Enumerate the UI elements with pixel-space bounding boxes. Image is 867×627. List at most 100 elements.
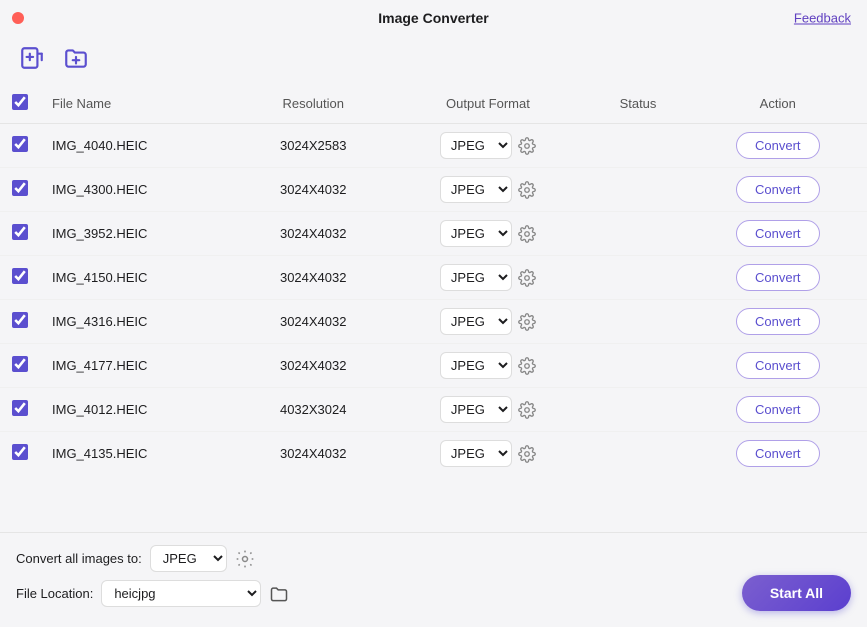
- action-cell: Convert: [689, 124, 867, 168]
- convert-all-label: Convert all images to:: [16, 551, 142, 566]
- convert-button-2[interactable]: Convert: [736, 220, 820, 247]
- format-select-1[interactable]: JPEGPNGWEBPTIFFBMPGIF: [440, 176, 512, 203]
- start-all-button[interactable]: Start All: [742, 575, 851, 611]
- status-cell: [588, 300, 689, 344]
- convert-button-3[interactable]: Convert: [736, 264, 820, 291]
- convert-button-7[interactable]: Convert: [736, 440, 820, 467]
- resolution-cell: 3024X4032: [238, 212, 388, 256]
- row-settings-icon-2[interactable]: [518, 225, 536, 243]
- format-select-5[interactable]: JPEGPNGWEBPTIFFBMPGIF: [440, 352, 512, 379]
- row-settings-icon-5[interactable]: [518, 357, 536, 375]
- row-settings-icon-1[interactable]: [518, 181, 536, 199]
- browse-folder-icon[interactable]: [269, 584, 289, 604]
- file-name-cell: IMG_4040.HEIC: [40, 124, 238, 168]
- table-row: IMG_4040.HEIC3024X2583 JPEGPNGWEBPTIFFBMP…: [0, 124, 867, 168]
- table-row: IMG_4012.HEIC4032X3024 JPEGPNGWEBPTIFFBMP…: [0, 388, 867, 432]
- format-cell: JPEGPNGWEBPTIFFBMPGIF: [388, 300, 587, 344]
- format-select-2[interactable]: JPEGPNGWEBPTIFFBMPGIF: [440, 220, 512, 247]
- format-select-3[interactable]: JPEGPNGWEBPTIFFBMPGIF: [440, 264, 512, 291]
- resolution-cell: 3024X4032: [238, 344, 388, 388]
- file-name-cell: IMG_4135.HEIC: [40, 432, 238, 476]
- format-select-0[interactable]: JPEGPNGWEBPTIFFBMPGIF: [440, 132, 512, 159]
- resolution-cell: 3024X4032: [238, 432, 388, 476]
- resolution-cell: 4032X3024: [238, 388, 388, 432]
- close-button[interactable]: [12, 12, 24, 24]
- format-cell: JPEGPNGWEBPTIFFBMPGIF: [388, 344, 587, 388]
- resolution-cell: 3024X2583: [238, 124, 388, 168]
- format-cell: JPEGPNGWEBPTIFFBMPGIF: [388, 388, 587, 432]
- format-cell: JPEGPNGWEBPTIFFBMPGIF: [388, 256, 587, 300]
- row-checkbox-7[interactable]: [12, 444, 28, 460]
- convert-all-format-select[interactable]: JPEGPNGWEBPTIFFBMP: [150, 545, 227, 572]
- file-location-row: File Location: heicjpgSame as sourceDesk…: [16, 580, 851, 607]
- format-cell: JPEGPNGWEBPTIFFBMPGIF: [388, 168, 587, 212]
- row-settings-icon-4[interactable]: [518, 313, 536, 331]
- row-settings-icon-7[interactable]: [518, 445, 536, 463]
- convert-button-4[interactable]: Convert: [736, 308, 820, 335]
- file-name-cell: IMG_4177.HEIC: [40, 344, 238, 388]
- file-name-cell: IMG_4300.HEIC: [40, 168, 238, 212]
- convert-all-row: Convert all images to: JPEGPNGWEBPTIFFBM…: [16, 545, 851, 572]
- file-location-select[interactable]: heicjpgSame as sourceDesktopDownloads: [101, 580, 261, 607]
- table-row: IMG_4316.HEIC3024X4032 JPEGPNGWEBPTIFFBMP…: [0, 300, 867, 344]
- row-settings-icon-3[interactable]: [518, 269, 536, 287]
- action-cell: Convert: [689, 168, 867, 212]
- action-cell: Convert: [689, 344, 867, 388]
- col-header-status: Status: [588, 84, 689, 124]
- resolution-cell: 3024X4032: [238, 168, 388, 212]
- format-cell: JPEGPNGWEBPTIFFBMPGIF: [388, 432, 587, 476]
- feedback-link[interactable]: Feedback: [794, 11, 851, 26]
- convert-button-1[interactable]: Convert: [736, 176, 820, 203]
- status-cell: [588, 344, 689, 388]
- format-select-6[interactable]: JPEGPNGWEBPTIFFBMPGIF: [440, 396, 512, 423]
- format-cell: JPEGPNGWEBPTIFFBMPGIF: [388, 212, 587, 256]
- row-checkbox-6[interactable]: [12, 400, 28, 416]
- row-settings-icon-0[interactable]: [518, 137, 536, 155]
- format-select-7[interactable]: JPEGPNGWEBPTIFFBMPGIF: [440, 440, 512, 467]
- col-header-format: Output Format: [388, 84, 587, 124]
- file-location-label: File Location:: [16, 586, 93, 601]
- row-checkbox-2[interactable]: [12, 224, 28, 240]
- select-all-checkbox[interactable]: [12, 94, 28, 110]
- footer: Convert all images to: JPEGPNGWEBPTIFFBM…: [0, 532, 867, 627]
- row-checkbox-5[interactable]: [12, 356, 28, 372]
- add-file-button[interactable]: [16, 42, 48, 74]
- add-folder-button[interactable]: [60, 42, 92, 74]
- status-cell: [588, 388, 689, 432]
- file-name-cell: IMG_4012.HEIC: [40, 388, 238, 432]
- row-checkbox-3[interactable]: [12, 268, 28, 284]
- format-cell: JPEGPNGWEBPTIFFBMPGIF: [388, 124, 587, 168]
- resolution-cell: 3024X4032: [238, 256, 388, 300]
- action-cell: Convert: [689, 256, 867, 300]
- convert-button-6[interactable]: Convert: [736, 396, 820, 423]
- app-title: Image Converter: [378, 10, 488, 26]
- status-cell: [588, 256, 689, 300]
- file-name-cell: IMG_3952.HEIC: [40, 212, 238, 256]
- col-header-action: Action: [689, 84, 867, 124]
- row-checkbox-0[interactable]: [12, 136, 28, 152]
- table-row: IMG_4150.HEIC3024X4032 JPEGPNGWEBPTIFFBMP…: [0, 256, 867, 300]
- table-row: IMG_4177.HEIC3024X4032 JPEGPNGWEBPTIFFBMP…: [0, 344, 867, 388]
- row-checkbox-1[interactable]: [12, 180, 28, 196]
- status-cell: [588, 168, 689, 212]
- table-row: IMG_3952.HEIC3024X4032 JPEGPNGWEBPTIFFBMP…: [0, 212, 867, 256]
- action-cell: Convert: [689, 432, 867, 476]
- convert-button-0[interactable]: Convert: [736, 132, 820, 159]
- file-name-cell: IMG_4316.HEIC: [40, 300, 238, 344]
- status-cell: [588, 212, 689, 256]
- row-settings-icon-6[interactable]: [518, 401, 536, 419]
- format-select-4[interactable]: JPEGPNGWEBPTIFFBMPGIF: [440, 308, 512, 335]
- col-header-resolution: Resolution: [238, 84, 388, 124]
- col-header-filename: File Name: [40, 84, 238, 124]
- convert-button-5[interactable]: Convert: [736, 352, 820, 379]
- table-row: IMG_4135.HEIC3024X4032 JPEGPNGWEBPTIFFBMP…: [0, 432, 867, 476]
- file-name-cell: IMG_4150.HEIC: [40, 256, 238, 300]
- status-cell: [588, 432, 689, 476]
- action-cell: Convert: [689, 388, 867, 432]
- footer-settings-icon[interactable]: [235, 549, 255, 569]
- table-row: IMG_4300.HEIC3024X4032 JPEGPNGWEBPTIFFBMP…: [0, 168, 867, 212]
- resolution-cell: 3024X4032: [238, 300, 388, 344]
- row-checkbox-4[interactable]: [12, 312, 28, 328]
- status-cell: [588, 124, 689, 168]
- action-cell: Convert: [689, 300, 867, 344]
